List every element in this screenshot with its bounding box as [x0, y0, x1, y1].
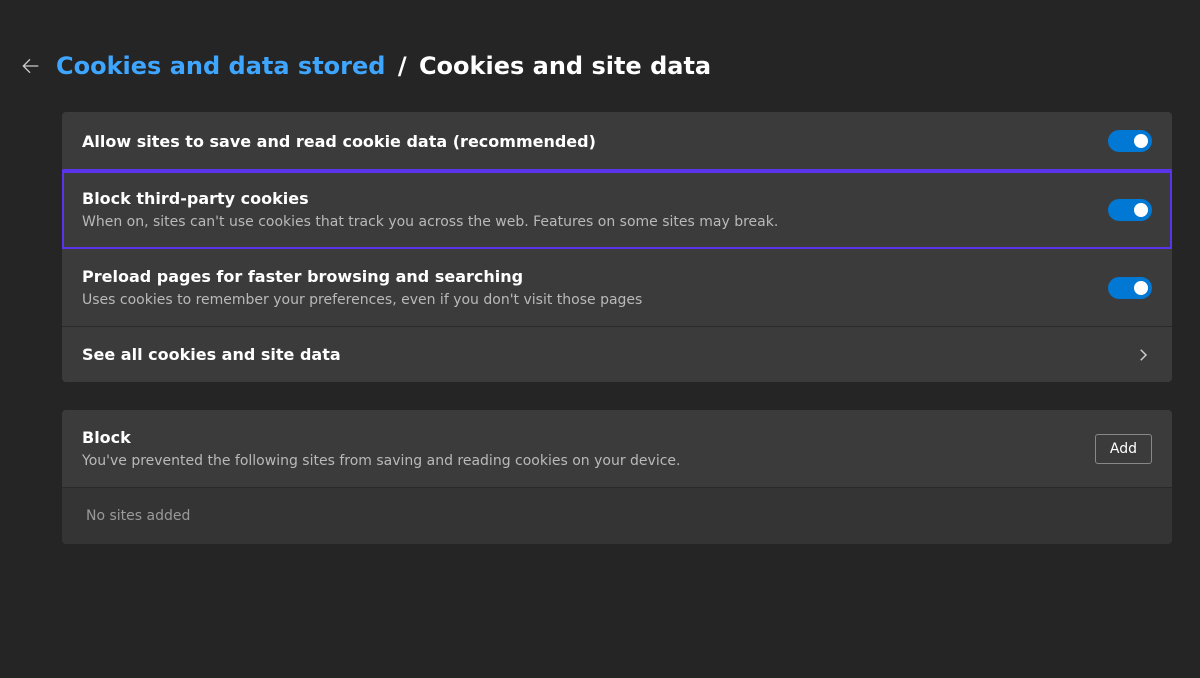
back-arrow-icon[interactable]	[18, 54, 42, 78]
row-allow-cookies: Allow sites to save and read cookie data…	[62, 112, 1172, 171]
breadcrumb-text: Cookies and data stored / Cookies and si…	[56, 52, 711, 80]
settings-group-main: Allow sites to save and read cookie data…	[62, 112, 1172, 382]
row-block-third-party: Block third-party cookies When on, sites…	[62, 171, 1172, 249]
row-see-all-cookies[interactable]: See all cookies and site data	[62, 327, 1172, 382]
row-block3p-title: Block third-party cookies	[82, 189, 778, 208]
row-allow-title: Allow sites to save and read cookie data…	[82, 132, 596, 151]
block-empty-text: No sites added	[86, 508, 190, 524]
row-block-desc: You've prevented the following sites fro…	[82, 453, 680, 469]
toggle-preload-pages[interactable]	[1108, 277, 1152, 299]
row-block3p-desc: When on, sites can't use cookies that tr…	[82, 214, 778, 230]
breadcrumb-parent-link[interactable]: Cookies and data stored	[56, 52, 385, 80]
breadcrumb-separator: /	[398, 52, 407, 80]
breadcrumb-current: Cookies and site data	[419, 52, 711, 80]
row-block-sites: Block You've prevented the following sit…	[62, 410, 1172, 488]
row-block-empty: No sites added	[62, 488, 1172, 544]
row-preload-title: Preload pages for faster browsing and se…	[82, 267, 642, 286]
toggle-allow-cookies[interactable]	[1108, 130, 1152, 152]
add-blocked-site-button[interactable]: Add	[1095, 434, 1152, 464]
row-preload-desc: Uses cookies to remember your preference…	[82, 292, 642, 308]
toggle-block-third-party[interactable]	[1108, 199, 1152, 221]
row-seeall-title: See all cookies and site data	[82, 345, 341, 364]
row-block-title: Block	[82, 428, 680, 447]
settings-group-block: Block You've prevented the following sit…	[62, 410, 1172, 544]
breadcrumb: Cookies and data stored / Cookies and si…	[18, 52, 1182, 80]
chevron-right-icon	[1134, 346, 1152, 364]
row-preload-pages: Preload pages for faster browsing and se…	[62, 249, 1172, 327]
